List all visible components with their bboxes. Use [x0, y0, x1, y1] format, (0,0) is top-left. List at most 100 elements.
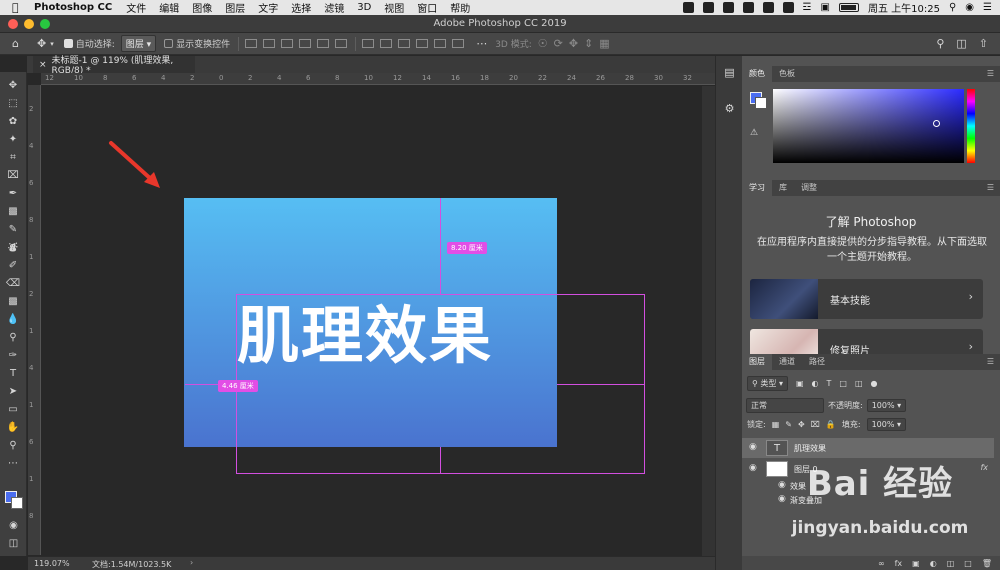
vertical-ruler[interactable]: 2 4 6 8 1 2 1 4 1 6 1 8: [28, 85, 41, 555]
status-chevron-icon[interactable]: ›: [190, 558, 193, 567]
frame-tool-icon[interactable]: ⌧: [0, 166, 26, 184]
layer-filter-dropdown[interactable]: ⚲ 类型 ▾: [747, 376, 788, 391]
menubar-clock[interactable]: 周五 上午10:25: [868, 0, 940, 15]
menu-type[interactable]: 文字: [258, 0, 278, 15]
distribute-hcenter-icon[interactable]: [434, 39, 447, 48]
delete-layer-icon[interactable]: 🗑: [982, 559, 992, 568]
share-icon[interactable]: ⇧: [979, 37, 988, 50]
tab-swatches[interactable]: 色板: [772, 66, 802, 82]
hand-tool-icon[interactable]: ✋: [0, 418, 26, 436]
menu-app-name[interactable]: Photoshop CC: [34, 2, 112, 13]
battery-icon[interactable]: [838, 3, 859, 12]
show-transform-checkbox[interactable]: 显示变换控件: [164, 37, 230, 50]
pen-tool-icon[interactable]: ✑: [0, 346, 26, 364]
layer-fx-badge[interactable]: fx: [980, 463, 988, 472]
menu-select[interactable]: 选择: [291, 0, 311, 15]
clone-stamp-tool-icon[interactable]: ⛇: [0, 238, 26, 256]
menu-file[interactable]: 文件: [126, 0, 146, 15]
document-tab[interactable]: × 未标题-1 @ 119% (肌理效果, RGB/8) *: [33, 56, 195, 76]
add-style-icon[interactable]: fx: [895, 559, 903, 568]
lock-transparent-icon[interactable]: ▦: [772, 420, 780, 429]
type-tool-icon[interactable]: T: [0, 364, 26, 382]
new-layer-icon[interactable]: □: [964, 559, 972, 568]
align-bottom-icon[interactable]: [281, 39, 294, 48]
align-top-icon[interactable]: [245, 39, 258, 48]
layer-row-text[interactable]: ◉ T 肌理效果: [742, 438, 994, 458]
lock-all-icon[interactable]: 🔒: [826, 420, 836, 429]
add-mask-icon[interactable]: ▣: [912, 559, 920, 568]
siri-icon[interactable]: ◉: [965, 2, 974, 13]
filter-adjustment-icon[interactable]: ◐: [812, 379, 819, 388]
eraser-tool-icon[interactable]: ⌫: [0, 274, 26, 292]
menu-filter[interactable]: 滤镜: [324, 0, 344, 15]
menu-help[interactable]: 帮助: [450, 0, 470, 15]
layers-panel-menu-icon[interactable]: ☰: [987, 357, 994, 366]
more-options-icon[interactable]: ⋯: [476, 37, 487, 50]
layer-effects-row[interactable]: ◉ 效果: [742, 479, 994, 493]
hue-slider[interactable]: [967, 89, 975, 163]
menu-window[interactable]: 窗口: [417, 0, 437, 15]
marquee-tool-icon[interactable]: ⬚: [0, 94, 26, 112]
gradient-tool-icon[interactable]: ▩: [0, 292, 26, 310]
close-tab-icon[interactable]: ×: [39, 60, 47, 70]
tray-grid-icon[interactable]: [782, 2, 794, 13]
distribute-bottom-icon[interactable]: [398, 39, 411, 48]
learn-card-basic-skills[interactable]: 基本技能 ›: [750, 279, 983, 319]
move-tool-icon[interactable]: ✥: [37, 37, 46, 50]
menu-image[interactable]: 图像: [192, 0, 212, 15]
align-right-icon[interactable]: [335, 39, 348, 48]
quick-mask-icon[interactable]: ◉: [0, 516, 27, 534]
dodge-tool-icon[interactable]: ⚲: [0, 328, 26, 346]
visibility-eye-icon[interactable]: ◉: [749, 442, 757, 452]
tray-qq-icon[interactable]: [702, 2, 714, 13]
move-tool-icon[interactable]: ✥: [0, 76, 26, 94]
lasso-tool-icon[interactable]: ✿: [0, 112, 26, 130]
tab-libraries[interactable]: 库: [772, 180, 794, 196]
gamut-warning-icon[interactable]: ⚠: [750, 128, 758, 138]
effects-eye-icon[interactable]: ◉: [778, 480, 786, 490]
tray-pen-icon[interactable]: [762, 2, 774, 13]
blur-tool-icon[interactable]: 💧: [0, 310, 26, 328]
filter-smart-icon[interactable]: ◫: [855, 379, 863, 388]
tab-channels[interactable]: 通道: [772, 354, 802, 370]
history-brush-tool-icon[interactable]: ✐: [0, 256, 26, 274]
lock-position-icon[interactable]: ✥: [798, 420, 805, 429]
filter-pixel-icon[interactable]: ▣: [796, 379, 804, 388]
search-icon[interactable]: ⚲: [936, 37, 944, 50]
background-color-swatch[interactable]: [11, 497, 23, 509]
crop-tool-icon[interactable]: ⌗: [0, 148, 26, 166]
learn-panel-menu-icon[interactable]: ☰: [987, 183, 994, 192]
input-method-icon[interactable]: ▣: [821, 2, 830, 13]
menu-view[interactable]: 视图: [384, 0, 404, 15]
magic-wand-tool-icon[interactable]: ✦: [0, 130, 26, 148]
opacity-input[interactable]: 100% ▾: [866, 399, 907, 412]
tray-app-icon[interactable]: [682, 2, 694, 13]
fill-input[interactable]: 100% ▾: [866, 418, 906, 431]
color-picker-field[interactable]: [773, 89, 964, 163]
apple-icon[interactable]: : [12, 1, 26, 14]
lock-artboard-icon[interactable]: ⌧: [811, 420, 820, 429]
tray-send-icon[interactable]: [742, 2, 754, 13]
tray-sync-icon[interactable]: [722, 2, 734, 13]
learn-card-fix-photo[interactable]: 修复照片 ›: [750, 329, 983, 354]
tab-layers[interactable]: 图层: [742, 354, 772, 370]
menu-layer[interactable]: 图层: [225, 0, 245, 15]
link-layers-icon[interactable]: ∞: [878, 559, 885, 568]
align-left-icon[interactable]: [299, 39, 312, 48]
edit-toolbar-icon[interactable]: ⋯: [0, 454, 26, 472]
eyedropper-tool-icon[interactable]: ✒: [0, 184, 26, 202]
gradient-overlay-row[interactable]: ◉ 渐变叠加: [742, 493, 994, 507]
history-panel-icon[interactable]: ▤: [716, 62, 743, 82]
auto-select-checkbox[interactable]: 自动选择:: [63, 37, 115, 50]
distribute-right-icon[interactable]: [452, 39, 465, 48]
lock-image-icon[interactable]: ✎: [785, 420, 792, 429]
tab-color[interactable]: 颜色: [742, 66, 772, 82]
horizontal-ruler[interactable]: 12 10 8 6 4 2 0 2 4 6 8 10 12 14 16 18 20 22 24 26 28 30 32: [41, 73, 715, 85]
zoom-level[interactable]: 119.07%: [34, 559, 70, 568]
rectangle-tool-icon[interactable]: ▭: [0, 400, 26, 418]
new-adjustment-icon[interactable]: ◐: [930, 559, 937, 568]
home-icon[interactable]: ⌂: [12, 37, 19, 50]
zoom-tool-icon[interactable]: ⚲: [0, 436, 26, 454]
properties-panel-icon[interactable]: ⚙: [716, 98, 743, 118]
gradient-overlay-eye-icon[interactable]: ◉: [778, 494, 786, 504]
